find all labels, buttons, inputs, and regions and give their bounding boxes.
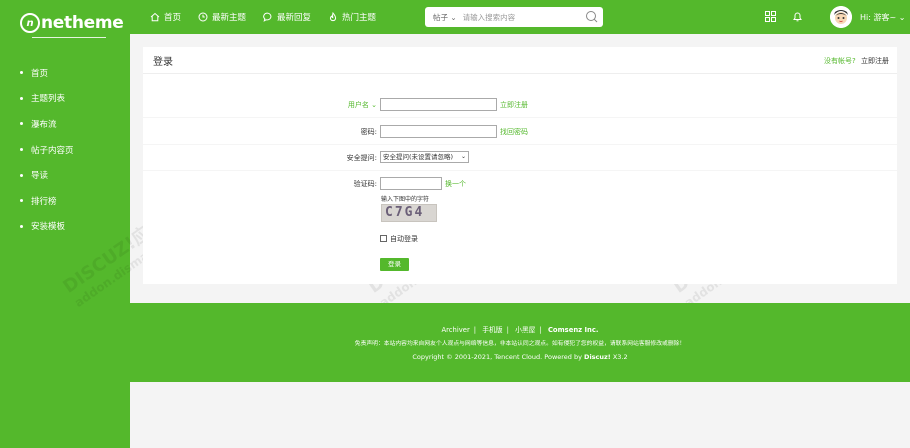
clock-icon [198,12,208,22]
captcha-input[interactable] [380,177,442,190]
username-row: 用户名 ⌄ 立即注册 [143,92,897,118]
sidebar-item-post[interactable]: 帖子内容页 [0,137,130,163]
login-button[interactable]: 登录 [380,258,409,271]
footer-links: Archiver | 手机版 | 小黑屋 | Comsenz Inc. [441,326,599,334]
top-bar: 首页 最新主题 最新回复 热门主题 帖子 ⌄ 请输入搜索内容 Hi: 游客~ ⌄ [130,0,910,34]
topnav-label: 首页 [164,13,182,23]
sidebar-item-home[interactable]: 首页 [0,60,130,86]
grid-icon[interactable] [765,11,776,22]
topnav-latest-topics[interactable]: 最新主题 [198,11,246,23]
password-input[interactable] [380,125,497,138]
sidebar: n netheme 首页 主题列表 瀑布流 帖子内容页 导读 排行榜 安装模板 [0,0,130,448]
no-account-text: 没有帐号? [824,57,856,65]
username-input[interactable] [380,98,497,111]
topnav-label: 最新主题 [212,13,247,23]
logo-underline [32,37,106,38]
sidebar-item-guide[interactable]: 导读 [0,162,130,188]
security-question-label: 安全提问: [346,154,377,162]
logo[interactable]: n netheme [20,10,124,36]
password-row: 密码: 找回密码 [143,119,897,145]
sidebar-item-topics[interactable]: 主题列表 [0,86,130,112]
chat-icon [263,12,272,22]
sidebar-item-label: 首页 [31,68,49,79]
captcha-label: 验证码: [353,180,377,188]
sidebar-item-install[interactable]: 安装模板 [0,214,130,240]
footer-powered-link[interactable]: Discuz! [584,353,611,361]
avatar[interactable] [830,6,852,28]
search-box: 帖子 ⌄ [425,7,603,27]
bullet-icon [20,148,23,152]
sidebar-item-label: 排行榜 [31,196,57,207]
sidebar-item-label: 导读 [31,171,49,182]
footer-copyright: Copyright © 2001-2021, Tencent Cloud. Po… [412,353,628,361]
register-link[interactable]: 立即注册 [861,57,889,65]
password-label: 密码: [360,128,377,136]
top-nav: 首页 最新主题 最新回复 热门主题 [150,0,393,34]
flame-icon [330,12,337,22]
logo-text: netheme [41,13,124,33]
bullet-icon [20,96,23,100]
topnav-latest-replies[interactable]: 最新回复 [263,11,311,23]
footer-link-mobile[interactable]: 手机版 [482,326,502,334]
sidebar-item-label: 主题列表 [31,94,66,105]
page-title: 登录 [153,56,173,68]
auto-login-label[interactable]: 自动登录 [390,234,418,244]
bullet-icon [20,122,23,126]
footer-link-blackroom[interactable]: 小黑屋 [515,326,535,334]
sidebar-item-waterfall[interactable]: 瀑布流 [0,111,130,137]
home-icon [150,12,160,22]
captcha-refresh-link[interactable]: 换一个 [445,179,466,189]
sidebar-item-ranking[interactable]: 排行榜 [0,188,130,214]
search-input[interactable] [462,12,573,22]
security-question-row: 安全提问: 安全提问(未设置请忽略) ⌄ [143,145,897,171]
topnav-label: 热门主题 [342,13,377,23]
bell-icon[interactable] [792,11,803,22]
logo-mark: n [20,13,40,33]
search-icon[interactable] [585,10,598,23]
sidebar-item-label: 帖子内容页 [31,145,74,156]
chevron-down-icon: ⌄ [460,153,466,160]
register-prompt: 没有帐号? 立即注册 [824,56,889,66]
bullet-icon [20,173,23,177]
captcha-image[interactable]: C7G4 [381,204,437,222]
forgot-password-link[interactable]: 找回密码 [500,127,528,137]
bullet-icon [20,224,23,228]
card-header: 登录 没有帐号? 立即注册 [143,47,897,74]
footer-link-archiver[interactable]: Archiver [442,326,470,334]
bullet-icon [20,199,23,203]
topnav-hot-topics[interactable]: 热门主题 [328,11,376,23]
username-label[interactable]: 用户名 ⌄ [348,100,377,110]
sidebar-item-label: 安装模板 [31,222,66,233]
topnav-home[interactable]: 首页 [150,11,181,23]
captcha-hint: 输入下图中的字符 [381,196,430,203]
login-card: 登录 没有帐号? 立即注册 用户名 ⌄ 立即注册 密码: 找回密码 安全提问: … [143,47,897,284]
sidebar-item-label: 瀑布流 [31,119,57,130]
footer-company[interactable]: Comsenz Inc. [548,326,599,334]
username-register-link[interactable]: 立即注册 [500,100,528,110]
topnav-label: 最新回复 [277,13,312,23]
footer-disclaimer: 免责声明：本站内容均来自网友个人观点与网络等信息，非本站认同之观点。如有侵犯了您… [354,341,686,347]
footer: Archiver | 手机版 | 小黑屋 | Comsenz Inc. 免责声明：本站… [130,303,910,382]
search-type-select[interactable]: 帖子 ⌄ [433,12,457,23]
bullet-icon [20,71,23,75]
security-question-select[interactable]: 安全提问(未设置请忽略) ⌄ [380,151,469,163]
sidebar-nav: 首页 主题列表 瀑布流 帖子内容页 导读 排行榜 安装模板 [0,60,130,239]
user-greeting[interactable]: Hi: 游客~ ⌄ [860,12,905,23]
auto-login-checkbox[interactable] [380,235,387,242]
